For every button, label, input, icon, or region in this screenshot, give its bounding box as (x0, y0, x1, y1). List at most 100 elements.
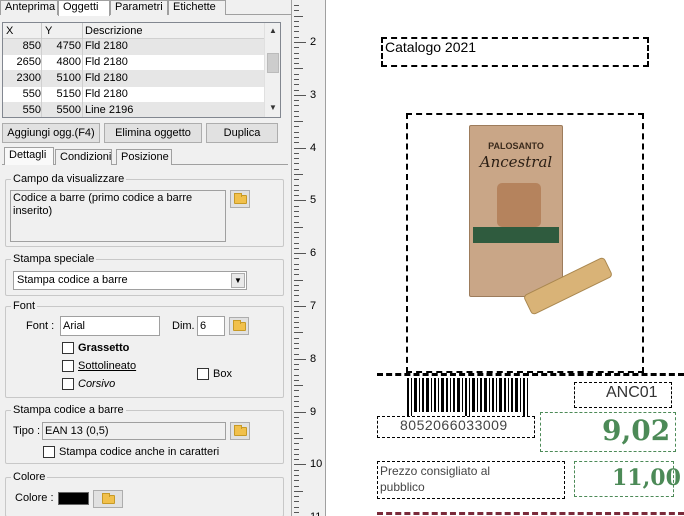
bold-checkbox[interactable] (62, 342, 74, 354)
ruler-label: 10 (310, 458, 323, 471)
table-row[interactable]: 550 5500 Line 2196 (3, 103, 265, 117)
ruler-minor-tick (294, 395, 299, 397)
font-label: Font : (26, 320, 55, 332)
ruler-minor-tick (294, 68, 303, 70)
italic-checkbox[interactable] (62, 378, 74, 390)
ruler-minor-tick (294, 126, 299, 128)
dashed-separator (377, 373, 684, 376)
ruler-minor-tick (294, 269, 299, 271)
ruler-minor-tick (294, 342, 299, 344)
barcode-title: Stampa codice a barre (11, 404, 126, 416)
ruler-minor-tick (294, 321, 299, 323)
barcode-browse-button[interactable] (230, 422, 250, 440)
print-chars-checkbox[interactable] (43, 446, 55, 458)
tab-posizione[interactable]: Posizione (116, 149, 172, 165)
label-canvas[interactable]: Catalogo 2021 PALOSANTO Ancestral 805206… (327, 0, 684, 516)
ruler-minor-tick (294, 100, 299, 102)
campo-value: Codice a barre (primo codice a barre ins… (10, 190, 226, 242)
ruler-minor-tick (294, 279, 303, 281)
ruler-minor-tick (294, 57, 299, 59)
tab-oggetti[interactable]: Oggetti (58, 0, 110, 16)
stampa-speciale-select[interactable]: Stampa codice a barre ▼ (13, 271, 247, 290)
chevron-down-icon[interactable]: ▼ (231, 273, 245, 288)
ruler-minor-tick (294, 189, 299, 191)
ruler-minor-tick (294, 115, 299, 117)
ruler-minor-tick (294, 379, 299, 381)
campo-browse-button[interactable] (230, 190, 250, 208)
scroll-down-icon[interactable]: ▼ (266, 101, 280, 115)
ruler-minor-tick (294, 15, 303, 17)
ruler-minor-tick (294, 152, 299, 154)
campo-group: Campo da visualizzare Codice a barre (pr… (5, 173, 284, 247)
ruler-label: 3 (310, 88, 317, 101)
ruler-minor-tick (294, 105, 299, 107)
font-group: Font Font : Arial Dim. 6 Grassetto Sotto… (5, 300, 284, 398)
font-size-field[interactable]: 6 (197, 316, 225, 336)
size-label: Dim. (172, 320, 195, 332)
product-name: Ancestral (479, 153, 553, 171)
ruler-minor-tick (294, 427, 299, 429)
tab-anteprima[interactable]: Anteprima (0, 0, 58, 15)
color-swatch[interactable] (58, 492, 89, 505)
table-row[interactable]: 850 4750 Fld 2180 (3, 39, 265, 55)
delete-object-button[interactable]: Elimina oggetto (104, 123, 202, 143)
msrp-label: Prezzo consigliato al pubblico (380, 464, 491, 494)
barcode-image[interactable] (405, 378, 531, 416)
underline-checkbox[interactable] (62, 360, 74, 372)
stampa-speciale-title: Stampa speciale (11, 253, 97, 265)
tab-etichette[interactable]: Etichette (168, 0, 226, 15)
table-row[interactable]: 2300 5100 Fld 2180 (3, 71, 265, 87)
ruler-label: 9 (310, 405, 317, 418)
box-checkbox[interactable] (197, 368, 209, 380)
header-descrizione[interactable]: Descrizione (85, 24, 142, 38)
ruler-minor-tick (294, 184, 299, 186)
ruler-minor-tick (294, 416, 299, 418)
list-scrollbar[interactable]: ▲ ▼ (264, 23, 280, 117)
ruler-minor-tick (294, 327, 299, 329)
ruler-minor-tick (294, 195, 299, 197)
vertical-ruler: 2 3 4 5 6 7 8 9 10 11 (291, 0, 326, 516)
ruler-minor-tick (294, 353, 299, 355)
font-title: Font (11, 300, 38, 312)
ruler-minor-tick (294, 385, 303, 387)
tab-parametri[interactable]: Parametri (110, 0, 168, 15)
underline-label: Sottolineato (78, 360, 137, 372)
ruler-minor-tick (294, 137, 299, 139)
font-name-field[interactable]: Arial (60, 316, 160, 336)
print-chars-label: Stampa codice anche in caratteri (59, 446, 220, 458)
ruler-minor-tick (294, 10, 299, 12)
barcode-number: 8052066033009 (400, 417, 508, 433)
ruler-minor-tick (294, 258, 299, 260)
ruler-minor-tick (294, 52, 299, 54)
ruler-minor-tick (294, 179, 299, 181)
ruler-minor-tick (294, 443, 299, 445)
ruler-minor-tick (294, 490, 303, 492)
scroll-up-icon[interactable]: ▲ (266, 24, 280, 38)
ruler-label: 4 (310, 141, 317, 154)
color-browse-button[interactable] (93, 490, 123, 508)
barcode-svg (407, 378, 528, 416)
ruler-minor-tick (294, 401, 299, 403)
add-object-button[interactable]: Aggiungi ogg.(F4) (2, 123, 100, 143)
header-y[interactable]: Y (45, 24, 52, 38)
ruler-minor-tick (294, 78, 299, 80)
colore-group: Colore Colore : (5, 471, 284, 516)
duplicate-button[interactable]: Duplica (206, 123, 278, 143)
product-brand: PALOSANTO (488, 141, 544, 151)
stampa-speciale-group: Stampa speciale Stampa codice a barre ▼ (5, 253, 284, 296)
ruler-minor-tick (294, 131, 299, 133)
ruler-minor-tick (294, 406, 299, 408)
ruler-label: 6 (310, 247, 317, 260)
tab-dettagli[interactable]: Dettagli (4, 147, 54, 165)
table-row[interactable]: 2650 4800 Fld 2180 (3, 55, 265, 71)
scroll-thumb[interactable] (267, 53, 279, 73)
tab-condizioni[interactable]: Condizioni (55, 149, 112, 165)
header-x[interactable]: X (6, 24, 13, 38)
font-browse-button[interactable] (229, 317, 249, 335)
table-row[interactable]: 550 5150 Fld 2180 (3, 87, 265, 103)
ruler-minor-tick (294, 369, 299, 371)
ruler-major-tick (294, 306, 306, 307)
object-list[interactable]: X Y Descrizione 850 4750 Fld 2180 2650 4… (2, 22, 281, 118)
price: 9,02 (602, 414, 671, 447)
folder-icon (233, 320, 246, 331)
